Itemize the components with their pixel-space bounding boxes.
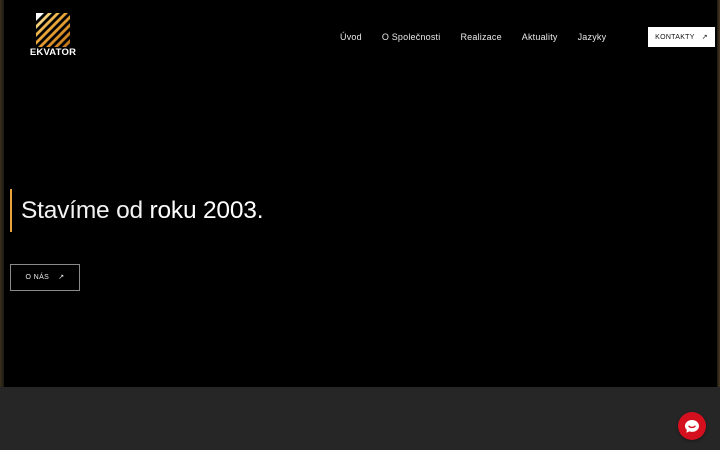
- about-us-button[interactable]: O NÁS ↗: [10, 264, 80, 291]
- hero-headline-part2: roku 2003.: [149, 197, 264, 224]
- nav-item-o-spolecnosti[interactable]: O Společnosti: [382, 31, 441, 43]
- main-nav: Úvod O Společnosti Realizace Aktuality J…: [340, 31, 606, 43]
- chat-bubble-icon: [685, 419, 699, 433]
- arrow-up-right-icon: ↗: [701, 33, 708, 41]
- nav-item-jazyky[interactable]: Jazyky: [578, 31, 607, 43]
- striped-square-logo-icon: [36, 13, 70, 47]
- arrow-up-right-icon: ↗: [58, 274, 65, 281]
- nav-item-uvod[interactable]: Úvod: [340, 31, 362, 43]
- nav-item-aktuality[interactable]: Aktuality: [522, 31, 558, 43]
- next-section-band: [0, 387, 720, 450]
- chat-widget-button[interactable]: [678, 412, 706, 440]
- logo-text: EKVATOR: [29, 47, 77, 58]
- hero-section: [4, 0, 717, 387]
- hero-headline: Stavíme od roku 2003.: [21, 196, 264, 226]
- contact-button-label: KONTAKTY: [655, 33, 695, 41]
- nav-item-realizace[interactable]: Realizace: [460, 31, 501, 43]
- contact-button[interactable]: KONTAKTY ↗: [648, 27, 715, 47]
- site-logo[interactable]: EKVATOR: [27, 13, 79, 59]
- hero-headline-part1: Stavíme od: [21, 197, 150, 224]
- headline-accent-bar: [10, 189, 12, 232]
- about-us-label: O NÁS: [25, 274, 50, 281]
